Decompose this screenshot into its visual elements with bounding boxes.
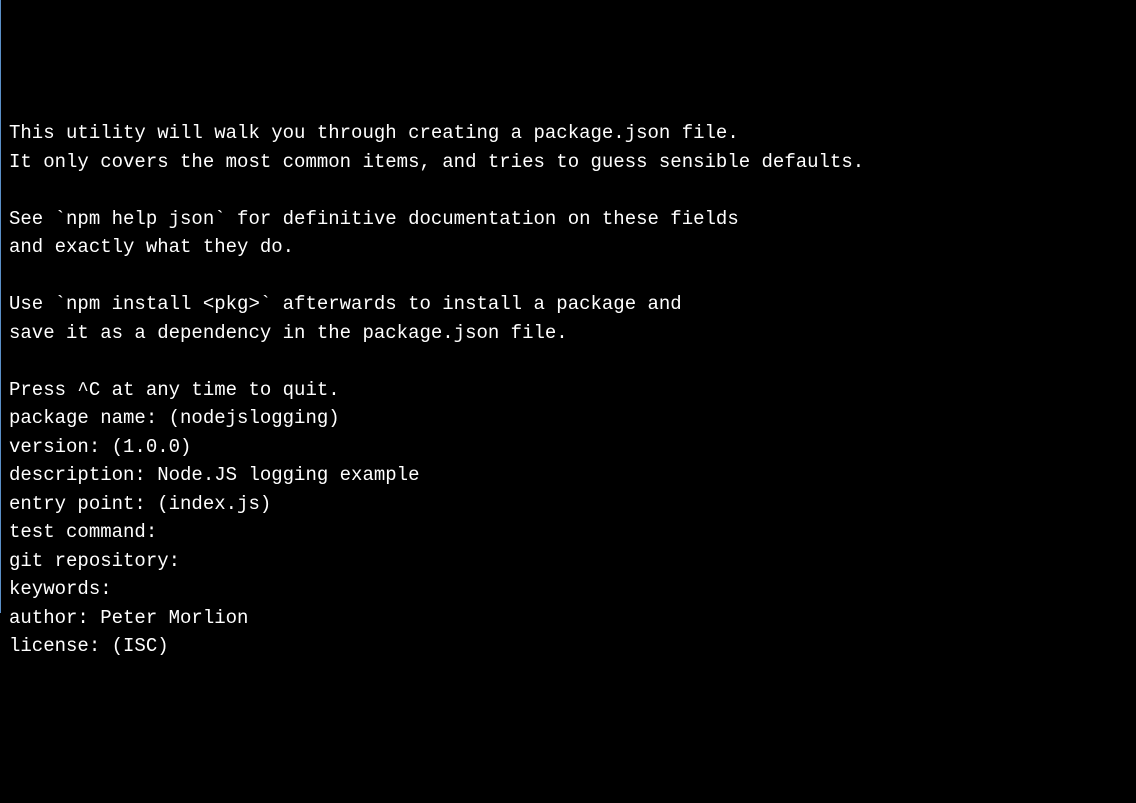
prompt-version[interactable]: version: (1.0.0) (9, 433, 1128, 462)
prompt-description[interactable]: description: Node.JS logging example (9, 461, 1128, 490)
prompt-author[interactable]: author: Peter Morlion (9, 604, 1128, 633)
prompt-entry-point[interactable]: entry point: (index.js) (9, 490, 1128, 519)
prompt-test-command[interactable]: test command: (9, 518, 1128, 547)
intro-text-line: This utility will walk you through creat… (9, 119, 1128, 148)
intro-text-line: save it as a dependency in the package.j… (9, 319, 1128, 348)
intro-text-line: Press ^C at any time to quit. (9, 376, 1128, 405)
prompt-keywords[interactable]: keywords: (9, 575, 1128, 604)
intro-text-line (9, 262, 1128, 291)
prompt-license[interactable]: license: (ISC) (9, 632, 1128, 661)
intro-text-line: and exactly what they do. (9, 233, 1128, 262)
intro-text-line: Use `npm install <pkg>` afterwards to in… (9, 290, 1128, 319)
prompt-package-name[interactable]: package name: (nodejslogging) (9, 404, 1128, 433)
intro-text-line (9, 176, 1128, 205)
intro-text-line (9, 347, 1128, 376)
prompt-git-repository[interactable]: git repository: (9, 547, 1128, 576)
intro-text-line: See `npm help json` for definitive docum… (9, 205, 1128, 234)
intro-text-line: It only covers the most common items, an… (9, 148, 1128, 177)
